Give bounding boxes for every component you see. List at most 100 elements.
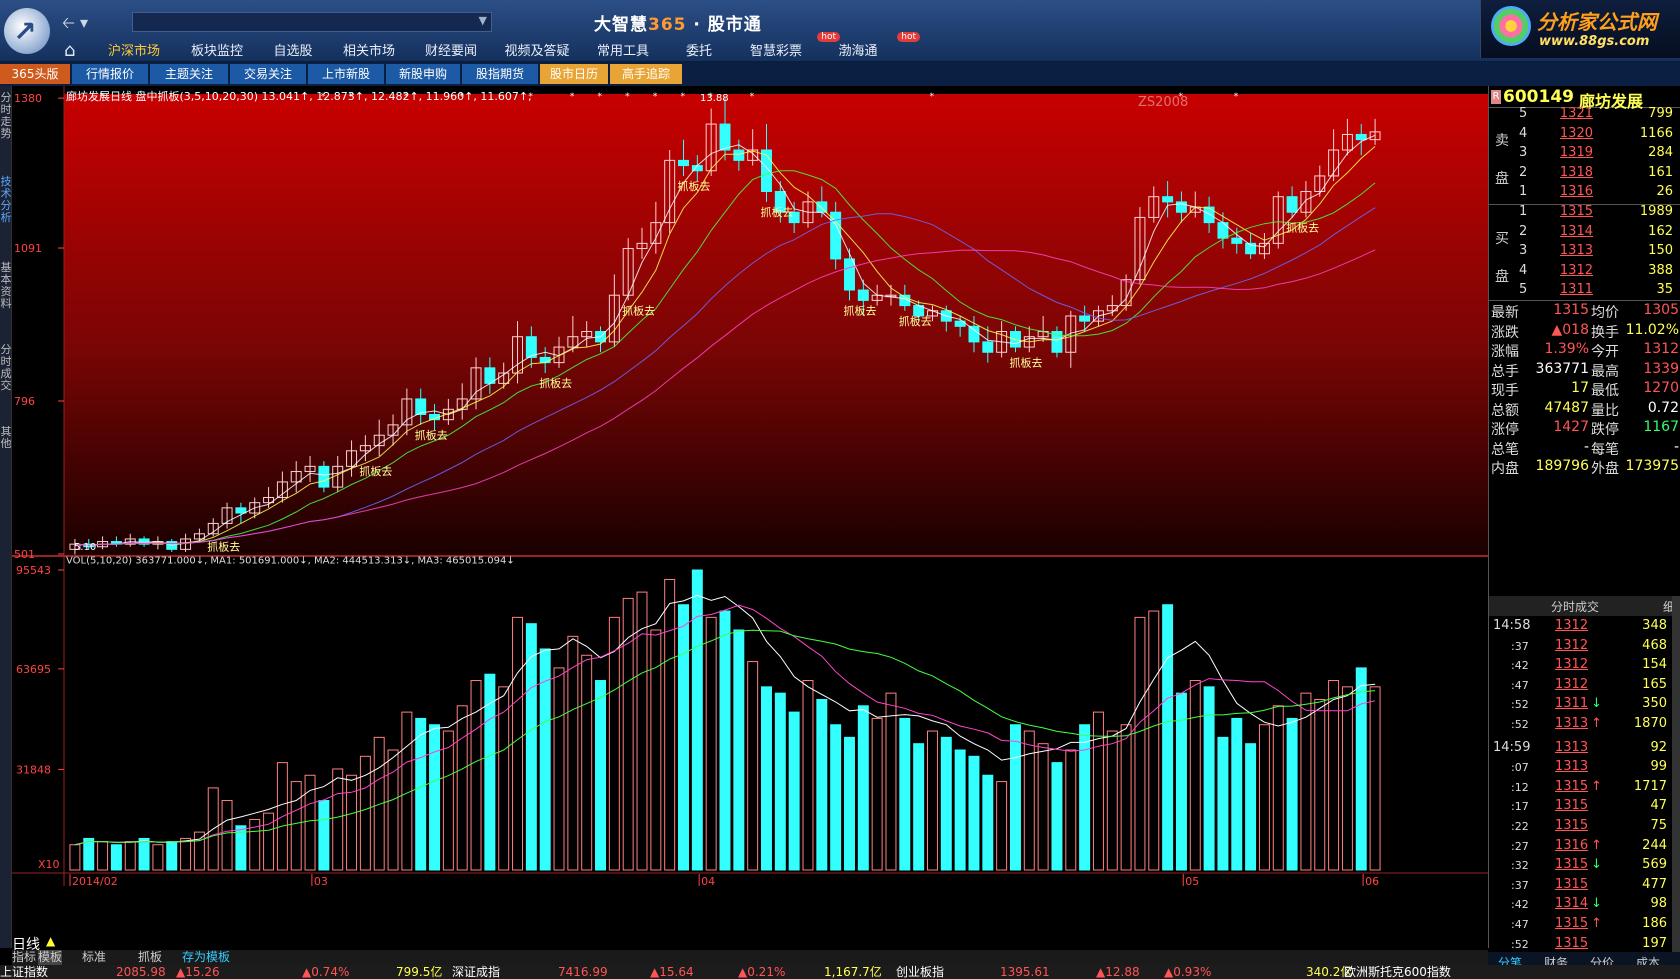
volume-bar[interactable] xyxy=(816,698,828,871)
candle[interactable] xyxy=(761,149,772,192)
candle[interactable] xyxy=(1286,196,1298,213)
menu-item-6[interactable]: 常用工具 xyxy=(582,38,664,60)
tab-2[interactable]: 主题关注 xyxy=(150,64,228,84)
buy-row[interactable]: 4 1312 388 xyxy=(1489,263,1680,284)
tick-row[interactable]: :47 1312 165 xyxy=(1489,677,1671,698)
candle[interactable] xyxy=(1203,206,1215,224)
tab-6[interactable]: 股指期货 xyxy=(462,64,538,84)
tick-row[interactable]: :37 1312 468 xyxy=(1489,638,1671,659)
menu-item-1[interactable]: 板块监控 xyxy=(176,38,258,60)
volume-indicator-header[interactable]: VOL(5,10,20) 363771.000↓, MA1: 501691.00… xyxy=(66,555,515,566)
menu-item-5[interactable]: 视频及答疑 xyxy=(492,38,582,60)
sell-row[interactable]: 4 1320 1166 xyxy=(1489,126,1680,147)
chart-canvas[interactable]: 13801091796501 955436369531848 抓板去抓板去抓板去… xyxy=(12,86,1488,948)
volume-bar[interactable] xyxy=(110,844,122,871)
buy-row[interactable]: 2 1314 162 xyxy=(1489,224,1680,245)
candle[interactable] xyxy=(235,507,247,514)
volume-bar[interactable] xyxy=(774,692,786,871)
candle[interactable] xyxy=(539,356,551,364)
tab-8[interactable]: 高手追踪 xyxy=(610,64,682,84)
sell-row[interactable]: 3 1319 284 xyxy=(1489,145,1680,166)
volume-bar[interactable] xyxy=(913,743,925,871)
volume-bar[interactable] xyxy=(982,774,994,871)
tick-row[interactable]: :47 1315 ↑ 186 xyxy=(1489,916,1671,937)
volume-bar[interactable] xyxy=(429,724,441,871)
candle[interactable] xyxy=(1231,237,1243,244)
volume-bar[interactable] xyxy=(539,648,551,871)
tick-row[interactable]: :07 1313 99 xyxy=(1489,759,1671,780)
candle[interactable] xyxy=(844,258,855,291)
volume-bar[interactable] xyxy=(318,800,330,871)
left-view-item-3[interactable]: 分时成交 xyxy=(0,344,12,392)
volume-bar[interactable] xyxy=(719,610,731,871)
tick-row[interactable]: :42 1314 ↓ 98 xyxy=(1489,896,1671,917)
volume-bar[interactable] xyxy=(1286,717,1298,871)
tab-3[interactable]: 交易关注 xyxy=(230,64,306,84)
tick-row[interactable]: :37 1315 477 xyxy=(1489,877,1671,898)
buy-row[interactable]: 1 1315 1989 xyxy=(1489,204,1680,225)
tab-4[interactable]: 上市新股 xyxy=(308,64,384,84)
tick-scrollbar[interactable] xyxy=(1672,596,1680,974)
tick-row[interactable]: :22 1315 75 xyxy=(1489,818,1671,839)
ticker-item[interactable]: 2085.98 xyxy=(116,965,166,979)
tick-row[interactable]: :52 1311 ↓ 350 xyxy=(1489,696,1671,717)
volume-bar[interactable] xyxy=(166,841,178,871)
menu-item-8[interactable]: 智慧彩票 hot xyxy=(734,32,840,60)
candle[interactable] xyxy=(968,325,980,343)
ticker-item[interactable]: 1,167.7亿 xyxy=(824,965,882,979)
left-view-item-0[interactable]: 分时走势 xyxy=(0,92,12,140)
tick-row[interactable]: :32 1315 ↓ 569 xyxy=(1489,857,1671,878)
menu-item-0[interactable]: 沪深市场 xyxy=(92,38,176,60)
tick-row[interactable]: 14:59 1313 92 xyxy=(1489,740,1671,761)
ticker-item[interactable]: 上证指数 xyxy=(0,965,48,979)
home-icon[interactable]: ⌂ xyxy=(64,40,75,61)
volume-bar[interactable] xyxy=(940,736,952,871)
volume-bar[interactable] xyxy=(788,711,800,871)
ticker-item[interactable]: 799.5亿 xyxy=(396,965,442,979)
volume-bar[interactable] xyxy=(1245,743,1257,871)
tick-row[interactable]: :17 1315 47 xyxy=(1489,798,1671,819)
ticker-item[interactable]: 7416.99 xyxy=(558,965,608,979)
volume-bar[interactable] xyxy=(1009,724,1021,871)
volume-bar[interactable] xyxy=(415,717,427,871)
sell-row[interactable]: 2 1318 161 xyxy=(1489,165,1680,186)
sell-row[interactable]: 5 1321 799 xyxy=(1489,106,1680,127)
left-view-item-2[interactable]: 基本资料 xyxy=(0,262,12,310)
candle[interactable] xyxy=(857,289,869,301)
volume-bar[interactable] xyxy=(678,604,689,871)
indicator-tab-3[interactable]: 抓板 xyxy=(138,950,162,965)
ticker-item[interactable]: ▲0.21% xyxy=(738,965,785,979)
volume-bar[interactable] xyxy=(857,705,869,871)
ticker-item[interactable]: 1395.61 xyxy=(1000,965,1050,979)
volume-bar[interactable] xyxy=(1355,667,1367,871)
candle[interactable] xyxy=(816,201,828,213)
candle[interactable] xyxy=(982,341,994,353)
ticker-item[interactable]: 创业板指 xyxy=(896,965,944,979)
volume-bar[interactable] xyxy=(595,680,606,871)
sell-row[interactable]: 1 1316 26 xyxy=(1489,184,1680,205)
volume-bar[interactable] xyxy=(691,569,703,871)
kline-chart[interactable]: 1380 1091 796 501 95543 63695 31848 抓板去 抓板去 抓板去… xyxy=(12,86,1488,948)
candle[interactable] xyxy=(733,149,745,161)
price-indicator-header[interactable]: 廊坊发展日线 盘中抓板(3,5,10,20,30) 13.041↑, 12.87… xyxy=(66,89,532,103)
menu-item-9[interactable]: 渤海通 hot xyxy=(818,32,920,60)
left-view-item-4[interactable]: 其他 xyxy=(0,426,12,450)
menu-item-2[interactable]: 自选股 xyxy=(258,38,328,60)
left-view-item-1[interactable]: 技术分析 xyxy=(0,176,12,224)
candle[interactable] xyxy=(1355,133,1367,141)
tick-row[interactable]: :27 1316 ↑ 244 xyxy=(1489,838,1671,859)
ticker-item[interactable]: 欧洲斯托克600指数 xyxy=(1344,965,1451,979)
tab-0[interactable]: 365头版 xyxy=(0,64,70,84)
address-bar[interactable]: ▼ xyxy=(132,12,492,32)
volume-bar[interactable] xyxy=(138,837,150,871)
menu-item-3[interactable]: 相关市场 xyxy=(328,38,410,60)
menu-item-4[interactable]: 财经要闻 xyxy=(410,38,492,60)
candle[interactable] xyxy=(318,465,330,488)
volume-bar[interactable] xyxy=(733,629,745,871)
volume-bar[interactable] xyxy=(83,837,95,871)
candle[interactable] xyxy=(1162,196,1174,203)
volume-bar[interactable] xyxy=(844,736,855,871)
tab-1[interactable]: 行情报价 xyxy=(72,64,148,84)
volume-bar[interactable] xyxy=(954,749,966,871)
volume-bar[interactable] xyxy=(830,724,842,871)
